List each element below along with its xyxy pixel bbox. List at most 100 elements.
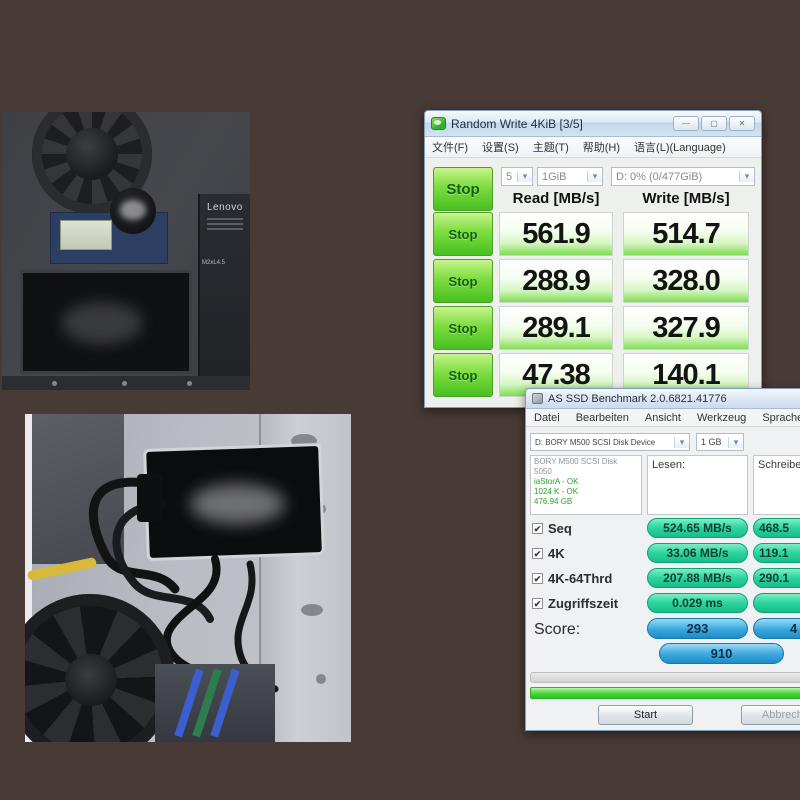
alignment-status: 1024 K - OK	[531, 486, 641, 496]
cdm-window: Random Write 4KiB [3/5] — ▢ ✕ 文件(F) 设置(S…	[424, 110, 762, 408]
score-label: Score:	[534, 621, 580, 639]
asssd-app-icon	[532, 393, 543, 404]
write-header-panel: Schreiben:	[753, 455, 800, 515]
lenovo-logo: Lenovo	[200, 194, 250, 215]
read-value-row2: 288.9	[499, 259, 613, 303]
laptop-ssd-blurred-label	[62, 302, 142, 344]
start-button[interactable]: Start	[598, 705, 693, 725]
close-button[interactable]: ✕	[729, 116, 755, 131]
coin-battery-label	[120, 200, 146, 220]
driver-status: iaStorA - OK	[531, 476, 641, 486]
menu-file[interactable]: 文件(F)	[425, 139, 475, 155]
cdm-client-area: Stop 5 ▾ 1GiB ▾ D: 0% (0/477GiB) ▾ Read …	[425, 158, 761, 407]
cancel-button[interactable]: Abbrechen	[741, 705, 800, 725]
asssd-titlebar[interactable]: AS SSD Benchmark 2.0.6821.41776	[526, 389, 800, 409]
wifi-module	[60, 220, 112, 250]
stop-row1-button[interactable]: Stop	[433, 212, 493, 256]
read-value-row3: 289.1	[499, 306, 613, 350]
battery-label-line	[207, 218, 243, 220]
seq-label: Seq	[548, 521, 572, 536]
4k64-checkbox[interactable]: ✔	[532, 573, 543, 584]
write-column-label: Schreiben:	[754, 456, 800, 474]
chevron-down-icon: ▾	[587, 171, 602, 182]
stop-all-button[interactable]: Stop	[433, 167, 493, 211]
seq-write-value: 468.5	[753, 518, 800, 538]
drive-select[interactable]: D: 0% (0/477GiB) ▾	[611, 167, 755, 186]
asssd-size-value: 1 GB	[697, 437, 728, 447]
menu-settings[interactable]: 设置(S)	[475, 139, 526, 155]
score-read-value: 293	[647, 618, 748, 639]
write-column-header: Write [MB/s]	[623, 190, 749, 207]
stop-row4-button[interactable]: Stop	[433, 353, 493, 397]
asssd-menubar: Datei Bearbeiten Ansicht Werkzeug Sprach…	[526, 409, 800, 427]
menu-help[interactable]: 帮助(H)	[576, 139, 627, 155]
case-fan-hub	[65, 654, 117, 706]
drive-name: BORY M500 SCSI Disk	[531, 456, 641, 466]
score-total-value: 910	[659, 643, 784, 664]
cdm-window-title: Random Write 4KiB [3/5]	[451, 117, 583, 131]
lenovo-battery: Lenovo	[198, 194, 250, 376]
menu-sprache[interactable]: Sprache	[754, 412, 800, 424]
cdm-app-icon	[431, 117, 446, 130]
read-value-row1: 561.9	[499, 212, 613, 256]
4k64-read-value: 207.88 MB/s	[647, 568, 748, 588]
write-value-row1: 514.7	[623, 212, 749, 256]
test-size-select[interactable]: 1GiB ▾	[537, 167, 603, 186]
asssd-size-select[interactable]: 1 GB ▾	[696, 433, 744, 451]
menu-language[interactable]: 语言(L)(Language)	[627, 139, 733, 155]
access-label: Zugriffszeit	[548, 596, 618, 611]
access-write-value: 0.11	[753, 593, 800, 613]
cdm-menubar: 文件(F) 设置(S) 主题(T) 帮助(H) 语言(L)(Language)	[425, 137, 761, 158]
access-read-value: 0.029 ms	[647, 593, 748, 613]
4k-checkbox[interactable]: ✔	[532, 548, 543, 559]
seq-row-label: ✔ Seq	[532, 521, 572, 536]
laptop-internals-photo: Lenovo M2xL4.5	[2, 112, 250, 390]
screw	[122, 381, 127, 386]
4k-write-value: 119.1	[753, 543, 800, 563]
menu-datei[interactable]: Datei	[526, 412, 568, 424]
asssd-drive-select[interactable]: D: BORY M500 SCSI Disk Device ▾	[530, 433, 690, 451]
drive-info-panel: BORY M500 SCSI Disk 5050 iaStorA - OK 10…	[530, 455, 642, 515]
access-checkbox[interactable]: ✔	[532, 598, 543, 609]
test-count-select[interactable]: 5 ▾	[501, 167, 533, 186]
chevron-down-icon: ▾	[674, 437, 689, 448]
asssd-drive-value: D: BORY M500 SCSI Disk Device	[531, 438, 674, 447]
progress-bar	[530, 687, 800, 699]
screw	[52, 381, 57, 386]
4k64-write-value: 290.1	[753, 568, 800, 588]
stop-row3-button[interactable]: Stop	[433, 306, 493, 350]
4k-label: 4K	[548, 546, 565, 561]
laptop-fan-hub	[66, 128, 118, 180]
menu-theme[interactable]: 主题(T)	[526, 139, 576, 155]
battery-label-line	[207, 228, 243, 230]
seq-checkbox[interactable]: ✔	[532, 523, 543, 534]
chevron-down-icon: ▾	[517, 171, 532, 182]
score-write-value: 4	[753, 618, 800, 639]
write-value-row2: 328.0	[623, 259, 749, 303]
menu-bearbeiten[interactable]: Bearbeiten	[568, 412, 637, 424]
cdm-titlebar[interactable]: Random Write 4KiB [3/5] — ▢ ✕	[425, 111, 761, 137]
minimize-button[interactable]: —	[673, 116, 699, 131]
maximize-button[interactable]: ▢	[701, 116, 727, 131]
asssd-window-title: AS SSD Benchmark 2.0.6821.41776	[548, 393, 727, 405]
menu-werkzeug[interactable]: Werkzeug	[689, 412, 754, 424]
4k-row-label: ✔ 4K	[532, 546, 565, 561]
m2-slot-label: M2xL4.5	[202, 260, 225, 266]
screw	[187, 381, 192, 386]
4k64-row-label: ✔ 4K-64Thrd	[532, 571, 612, 586]
motherboard-area	[155, 664, 275, 742]
test-size-value: 1GiB	[538, 171, 587, 183]
access-row-label: ✔ Zugriffszeit	[532, 596, 618, 611]
progress-track	[530, 672, 800, 683]
4k64-label: 4K-64Thrd	[548, 571, 612, 586]
write-value-row3: 327.9	[623, 306, 749, 350]
asssd-window: AS SSD Benchmark 2.0.6821.41776 Datei Be…	[525, 388, 800, 731]
desktop-internals-photo	[25, 414, 351, 742]
read-column-header: Read [MB/s]	[499, 190, 613, 207]
read-column-label: Lesen:	[648, 456, 747, 474]
stop-row2-button[interactable]: Stop	[433, 259, 493, 303]
read-header-panel: Lesen:	[647, 455, 748, 515]
battery-label-line	[207, 223, 243, 225]
menu-ansicht[interactable]: Ansicht	[637, 412, 689, 424]
drive-firmware: 5050	[531, 466, 641, 476]
